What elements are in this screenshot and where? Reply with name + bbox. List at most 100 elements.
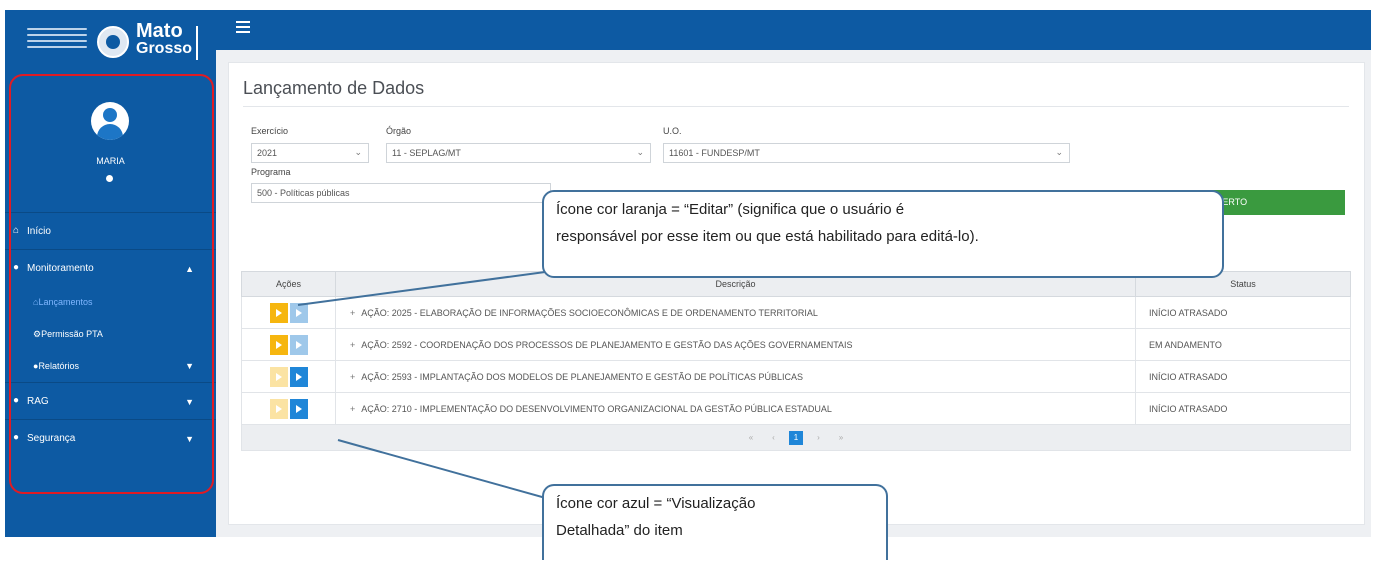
table-row: + AÇÃO: 2592 - COORDENAÇÃO DOS PROCESSOS …: [241, 328, 1351, 361]
app-root: Mato Grosso MARIA ⌂ Início ● Monitoramen…: [0, 0, 1376, 562]
view-details-button[interactable]: [289, 366, 308, 387]
table-row: + AÇÃO: 2025 - ELABORAÇÃO DE INFORMAÇÕES …: [241, 296, 1351, 329]
expand-plus-icon[interactable]: +: [350, 404, 355, 414]
top-bar: [216, 10, 1371, 50]
dashboard-icon: ●: [13, 262, 20, 273]
logo-line-1: Mato: [136, 20, 183, 42]
orgao-value: 11 - SEPLAG/MT: [392, 148, 461, 158]
sidebar-subitem-relatorios[interactable]: ● Relatórios ▼: [5, 350, 216, 382]
edit-button[interactable]: [269, 398, 288, 419]
sidebar-item-inicio[interactable]: ⌂ Início: [5, 212, 216, 249]
state-seal-icon: [97, 26, 129, 58]
gear-icon: ⚙: [33, 328, 42, 339]
prev-page-button[interactable]: ‹: [766, 431, 780, 445]
orgao-select[interactable]: 11 - SEPLAG/MT ⌄: [386, 143, 651, 163]
user-profile: MARIA: [5, 72, 216, 212]
sidebar-item-rag[interactable]: ● RAG ▼: [5, 382, 216, 419]
edit-button[interactable]: [269, 366, 288, 387]
pagination-row: « ‹ 1 › »: [241, 424, 1351, 451]
column-header-acoes: Ações: [241, 271, 336, 297]
description-text: AÇÃO: 2710 - IMPLEMENTAÇÃO DO DESENVOLVI…: [361, 403, 832, 414]
sidebar-item-label: Lançamentos: [38, 297, 93, 307]
description-text: AÇÃO: 2593 - IMPLANTAÇÃO DOS MODELOS DE …: [361, 371, 804, 382]
menu-icon[interactable]: [236, 21, 250, 33]
row-actions: [241, 392, 336, 425]
exercicio-value: 2021: [257, 148, 278, 158]
sidebar-item-label: Início: [27, 225, 51, 237]
chevron-down-icon: ▼: [185, 434, 194, 444]
table-row: + AÇÃO: 2710 - IMPLEMENTAÇÃO DO DESENVOLV…: [241, 392, 1351, 425]
row-status: INÍCIO ATRASADO: [1135, 360, 1351, 393]
page-1-button[interactable]: 1: [789, 430, 803, 445]
page-title: Lançamento de Dados: [243, 78, 425, 98]
uo-value: 11601 - FUNDESP/MT: [669, 148, 760, 158]
edit-icon-callout: Ícone cor laranja = “Editar” (significa …: [542, 190, 1224, 278]
logo-divider: [196, 26, 198, 60]
edit-callout-line-1: Ícone cor laranja = “Editar” (significa …: [556, 201, 905, 218]
uo-label: U.O.: [663, 126, 682, 136]
sidebar-item-seguranca[interactable]: ● Segurança ▼: [5, 419, 216, 456]
sidebar-item-label: RAG: [27, 395, 49, 407]
programa-select[interactable]: 500 - Políticas públicas: [251, 183, 551, 203]
sidebar-item-label: Relatórios: [38, 361, 79, 371]
pagination: « ‹ 1 › »: [241, 424, 1351, 451]
title-divider: [243, 106, 1349, 107]
chevron-down-icon: ⌄: [354, 147, 362, 157]
exercicio-select[interactable]: 2021 ⌄: [251, 143, 369, 163]
view-details-button[interactable]: [289, 398, 308, 419]
first-page-button[interactable]: «: [744, 431, 758, 445]
row-actions: [241, 360, 336, 393]
sidebar-item-label: Monitoramento: [27, 262, 94, 274]
description-text: AÇÃO: 2025 - ELABORAÇÃO DE INFORMAÇÕES S…: [361, 307, 818, 318]
dashboard-icon: ●: [13, 395, 20, 406]
row-description: + AÇÃO: 2593 - IMPLANTAÇÃO DOS MODELOS DE…: [335, 360, 1136, 393]
edit-button[interactable]: [269, 302, 288, 323]
uo-select[interactable]: 11601 - FUNDESP/MT ⌄: [663, 143, 1070, 163]
sidebar-nav: ⌂ Início ● Monitoramento ▲ ⌂ Lançamentos…: [5, 212, 216, 456]
chevron-down-icon: ⌄: [1055, 147, 1063, 157]
main-content: Lançamento de Dados Exercício 2021 ⌄ Órg…: [216, 50, 1371, 537]
next-page-button[interactable]: ›: [812, 431, 826, 445]
programa-value: 500 - Políticas públicas: [257, 188, 350, 198]
sidebar-subitem-lancamentos[interactable]: ⌂ Lançamentos: [5, 286, 216, 318]
chevron-down-icon: ▼: [185, 397, 194, 407]
sidebar-subitem-permissao-pta[interactable]: ⚙ Permissão PTA: [5, 318, 216, 350]
programa-label: Programa: [251, 167, 291, 177]
table-row: + AÇÃO: 2593 - IMPLANTAÇÃO DOS MODELOS DE…: [241, 360, 1351, 393]
last-page-button[interactable]: »: [834, 431, 848, 445]
view-details-button[interactable]: [289, 302, 308, 323]
sidebar-item-label: Permissão PTA: [41, 329, 103, 339]
row-status: INÍCIO ATRASADO: [1135, 392, 1351, 425]
sidebar-item-monitoramento[interactable]: ● Monitoramento ▲: [5, 249, 216, 286]
content-panel: Lançamento de Dados Exercício 2021 ⌄ Órg…: [228, 62, 1365, 525]
view-callout-line-2: Detalhada” do item: [556, 522, 683, 539]
logo-text: Mato Grosso: [136, 20, 193, 57]
sidebar-item-label: Segurança: [27, 432, 76, 444]
row-actions: [241, 296, 336, 329]
view-details-button[interactable]: [289, 334, 308, 355]
row-status: INÍCIO ATRASADO: [1135, 296, 1351, 329]
row-actions: [241, 328, 336, 361]
exercicio-label: Exercício: [251, 126, 289, 136]
orgao-label: Órgão: [386, 126, 412, 136]
edit-callout-line-2: responsável por esse item ou que está ha…: [556, 228, 979, 245]
chevron-up-icon: ▲: [185, 264, 194, 274]
online-status-icon: [106, 175, 113, 182]
avatar[interactable]: [91, 102, 129, 140]
description-text: AÇÃO: 2592 - COORDENAÇÃO DOS PROCESSOS D…: [361, 339, 853, 350]
expand-plus-icon[interactable]: +: [350, 372, 355, 382]
expand-plus-icon[interactable]: +: [350, 340, 355, 350]
logo-secretaria-text: [27, 28, 87, 56]
sidebar: Mato Grosso MARIA ⌂ Início ● Monitoramen…: [5, 10, 216, 537]
row-description: + AÇÃO: 2592 - COORDENAÇÃO DOS PROCESSOS …: [335, 328, 1136, 361]
row-description: + AÇÃO: 2025 - ELABORAÇÃO DE INFORMAÇÕES …: [335, 296, 1136, 329]
row-description: + AÇÃO: 2710 - IMPLEMENTAÇÃO DO DESENVOLV…: [335, 392, 1136, 425]
edit-button[interactable]: [269, 334, 288, 355]
chevron-down-icon: ⌄: [636, 147, 644, 157]
logo-line-2: Grosso: [136, 40, 193, 57]
dashboard-icon: ●: [13, 432, 20, 443]
expand-plus-icon[interactable]: +: [350, 308, 355, 318]
view-icon-callout: Ícone cor azul = “Visualização Detalhada…: [542, 484, 888, 560]
logo[interactable]: Mato Grosso: [5, 10, 216, 72]
view-callout-line-1: Ícone cor azul = “Visualização: [556, 495, 756, 512]
